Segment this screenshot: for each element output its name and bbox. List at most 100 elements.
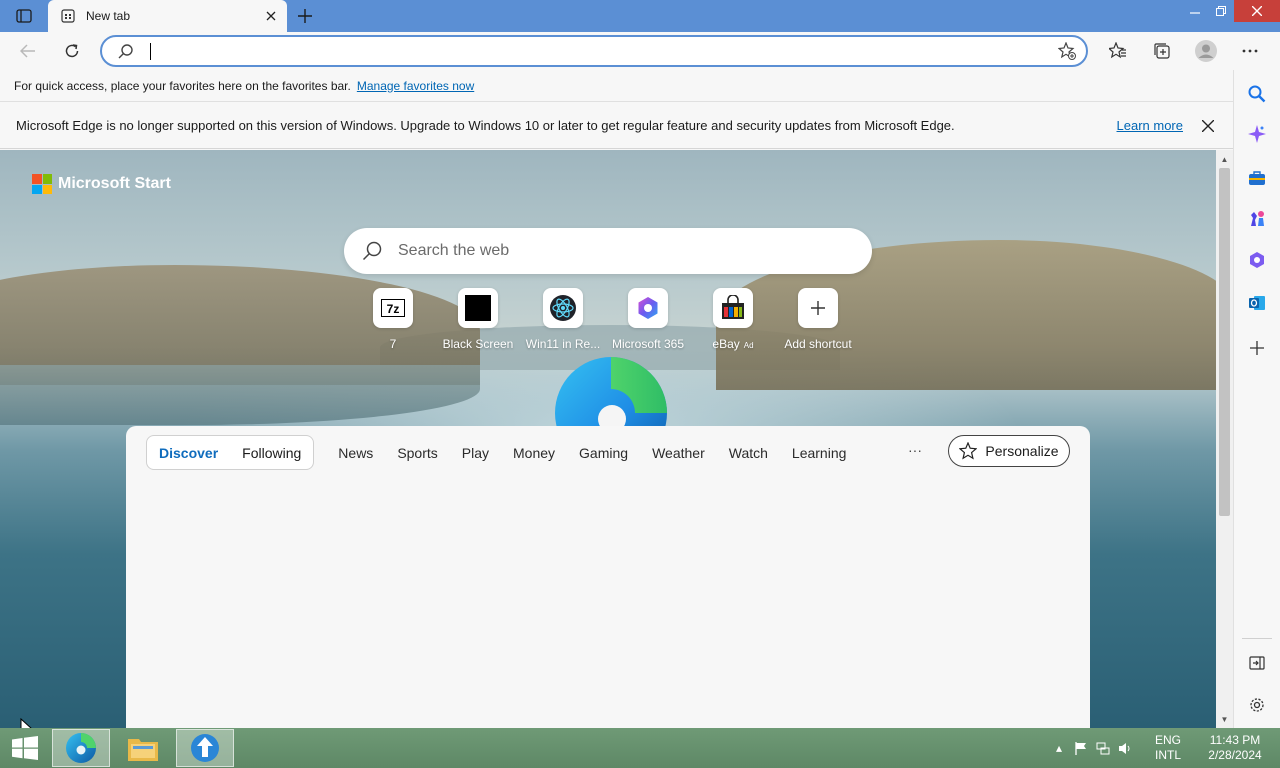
upload-globe-icon (191, 734, 219, 762)
add-favorite-icon[interactable] (1058, 42, 1076, 60)
shortcut-black-screen[interactable]: Black Screen (438, 288, 518, 351)
shortcut-7[interactable]: 7z 7 (353, 288, 433, 351)
web-search-placeholder: Search the web (398, 242, 510, 259)
shortcut-label: Add shortcut (784, 337, 852, 351)
tab-gaming[interactable]: Gaming (579, 445, 628, 461)
sidebar-shopping-icon[interactable] (1245, 166, 1269, 190)
folder-icon (128, 739, 158, 761)
collections-icon (1154, 43, 1170, 59)
manage-favorites-link[interactable]: Manage favorites now (357, 79, 474, 93)
shortcut-label: Black Screen (442, 337, 514, 351)
sidebar-outlook-icon[interactable] (1245, 291, 1269, 315)
back-button[interactable] (14, 38, 42, 64)
clock[interactable]: 11:43 PM 2/28/2024 (1200, 733, 1270, 763)
tab-following[interactable]: Following (242, 445, 301, 461)
favorites-button[interactable] (1102, 37, 1134, 65)
sidebar-copilot-icon[interactable] (1245, 122, 1269, 146)
ebay-bag-icon (713, 288, 753, 328)
tab-news[interactable]: News (338, 445, 373, 461)
shortcut-label: Microsoft 365 (611, 337, 685, 351)
shortcuts-row: 7z 7 Black Screen Win11 in Re... Microso… (353, 288, 858, 351)
edge-sidebar (1233, 70, 1280, 728)
tab-weather[interactable]: Weather (652, 445, 705, 461)
close-window-button[interactable] (1234, 0, 1280, 22)
content-feed: Discover Following News Sports Play Mone… (126, 426, 1090, 728)
sidebar-settings-icon[interactable] (1245, 693, 1269, 717)
address-bar[interactable] (100, 35, 1088, 67)
sidebar-hide-icon[interactable] (1245, 651, 1269, 675)
start-button[interactable] (6, 732, 44, 764)
scrollbar-thumb[interactable] (1219, 168, 1230, 516)
taskbar-app-upload[interactable] (176, 729, 234, 767)
add-shortcut-button[interactable]: Add shortcut (778, 288, 858, 351)
language-code: ENG (1154, 733, 1181, 747)
shortcut-win11[interactable]: Win11 in Re... (523, 288, 603, 351)
tab-actions-button[interactable] (8, 4, 40, 28)
tab-money[interactable]: Money (513, 445, 555, 461)
personalize-button[interactable]: Personalize (948, 435, 1070, 467)
tab-discover[interactable]: Discover (159, 445, 218, 461)
black-square-icon (458, 288, 498, 328)
title-bar: New tab (0, 0, 1280, 32)
favorites-icon (1109, 42, 1126, 59)
tray-network-icon[interactable] (1092, 742, 1114, 755)
brand-name: Microsoft Start (58, 175, 171, 192)
feed-toggle: Discover Following (146, 435, 315, 470)
shortcut-ebay[interactable]: eBay Ad (693, 288, 773, 351)
tab-title: New tab (86, 9, 131, 23)
more-dots-icon (1242, 49, 1258, 53)
microsoft-logo-icon (32, 174, 52, 194)
edge-icon (66, 733, 96, 763)
tray-volume-icon[interactable] (1114, 742, 1136, 755)
web-search-box[interactable]: Search the web (344, 228, 872, 274)
learn-more-link[interactable]: Learn more (1117, 118, 1183, 133)
settings-more-button[interactable] (1234, 37, 1266, 65)
new-tab-button[interactable] (292, 4, 318, 28)
sidebar-games-icon[interactable] (1245, 206, 1269, 230)
refresh-icon (65, 44, 79, 58)
taskbar-file-explorer[interactable] (114, 729, 172, 767)
background-shore (0, 365, 480, 425)
restore-button[interactable] (1208, 0, 1234, 22)
minimize-button[interactable] (1182, 0, 1208, 22)
tray-flag-icon[interactable] (1070, 741, 1092, 755)
refresh-button[interactable] (58, 38, 86, 64)
shortcut-microsoft-365[interactable]: Microsoft 365 (608, 288, 688, 351)
text-caret (150, 43, 151, 60)
address-input[interactable] (146, 43, 1058, 59)
scroll-up-icon[interactable]: ▲ (1216, 152, 1233, 166)
collections-button[interactable] (1146, 37, 1178, 65)
profile-button[interactable] (1190, 37, 1222, 65)
sidebar-m365-icon[interactable] (1245, 248, 1269, 272)
personalize-star-icon (959, 442, 978, 460)
ad-badge: Ad (743, 341, 754, 350)
windows-logo-icon (12, 736, 38, 760)
taskbar-edge[interactable] (52, 729, 110, 767)
infobar-close-icon[interactable] (1199, 117, 1217, 135)
clock-time: 11:43 PM (1209, 733, 1261, 747)
plus-icon (798, 288, 838, 328)
sidebar-add-icon[interactable] (1245, 336, 1269, 360)
new-tab-favicon-icon (60, 8, 76, 24)
edge-logo-icon (555, 357, 667, 427)
clock-date: 2/28/2024 (1208, 748, 1262, 762)
system-tray: ▴ ENG INTL 11:43 PM 2/28/2024 (1048, 728, 1270, 768)
tab-watch[interactable]: Watch (729, 445, 768, 461)
svg-text:7z: 7z (387, 302, 400, 316)
tab-new-tab[interactable]: New tab (48, 0, 287, 32)
keyboard-layout: INTL (1154, 748, 1181, 762)
back-arrow-icon (20, 44, 35, 58)
tray-expand-icon[interactable]: ▴ (1048, 741, 1070, 755)
tab-play[interactable]: Play (462, 445, 489, 461)
microsoft-start-brand[interactable]: Microsoft Start (32, 174, 171, 194)
tab-close-icon[interactable] (263, 8, 279, 24)
shortcut-label: eBay Ad (712, 337, 754, 351)
feed-more-button[interactable]: ··· (908, 442, 922, 458)
sidebar-search-icon[interactable] (1245, 82, 1269, 106)
tab-sports[interactable]: Sports (397, 445, 437, 461)
scroll-down-icon[interactable]: ▼ (1216, 712, 1233, 726)
input-language[interactable]: ENG INTL (1148, 733, 1188, 763)
new-tab-page: Microsoft Start Search the web 7z 7 Blac… (0, 150, 1216, 728)
tab-learning[interactable]: Learning (792, 445, 847, 461)
page-scrollbar[interactable]: ▲ ▼ (1216, 150, 1233, 728)
